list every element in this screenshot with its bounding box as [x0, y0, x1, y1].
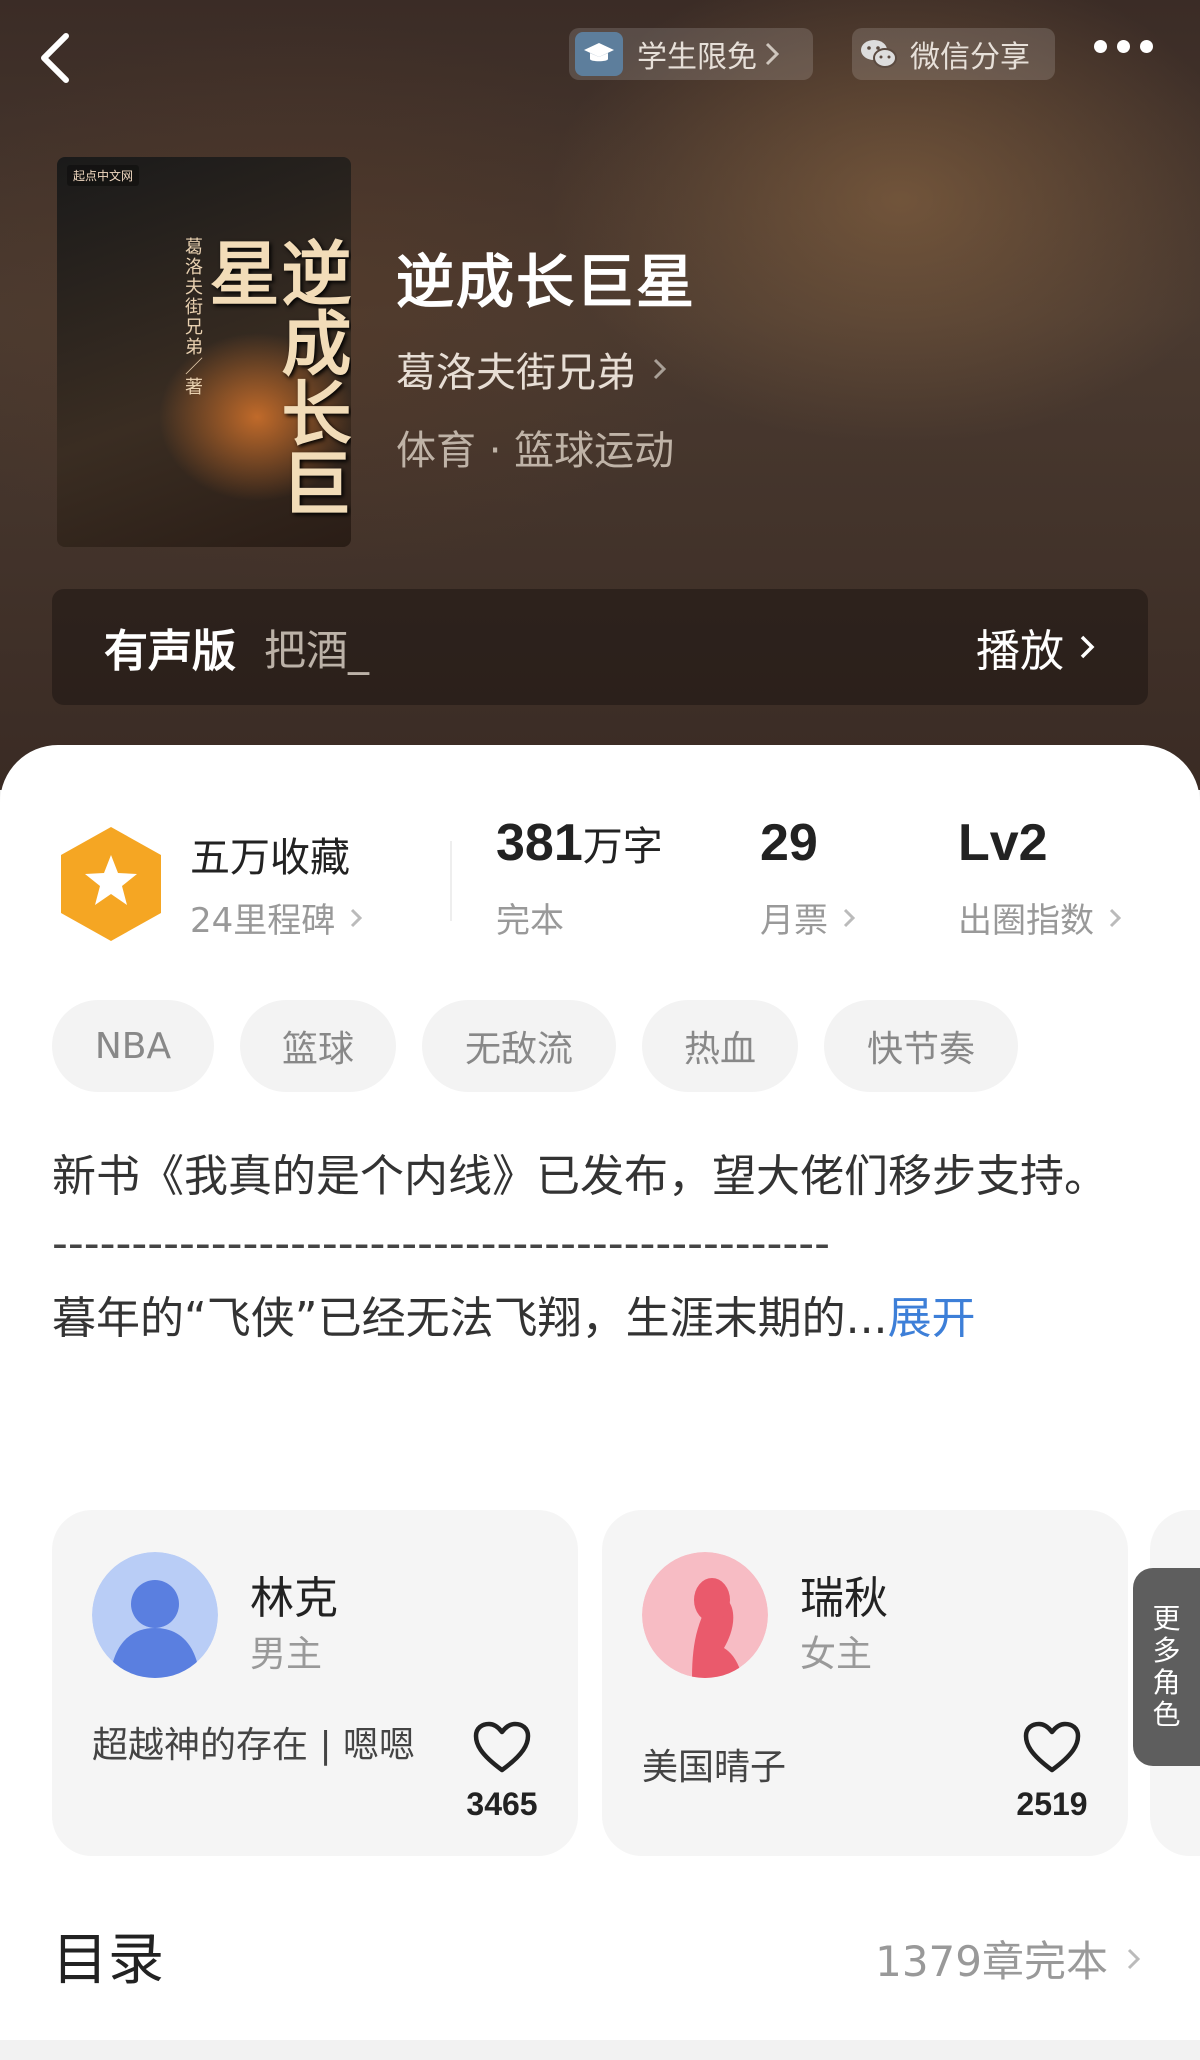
chevron-left-icon	[41, 33, 69, 83]
collect-title: 五万收藏	[190, 835, 350, 881]
more-roles-button[interactable]: 更多角色	[1133, 1568, 1200, 1766]
book-title: 逆成长巨星	[396, 248, 697, 316]
word-count: 381万字	[496, 813, 663, 873]
character-avatar	[642, 1552, 768, 1678]
more-dot-icon	[1094, 40, 1107, 53]
graduation-cap-icon	[575, 32, 623, 76]
chevron-right-icon	[351, 908, 363, 927]
tag-chip[interactable]: 热血	[642, 1000, 798, 1092]
tag-list: NBA 篮球 无敌流 热血 快节奏	[52, 1000, 1018, 1092]
description-separator: ----------------------------------------…	[52, 1218, 830, 1269]
bottom-divider	[0, 2040, 1200, 2060]
heart-icon[interactable]	[472, 1720, 532, 1776]
play-label: 播放	[976, 626, 1064, 677]
milestone-label: 24里程碑	[190, 901, 336, 941]
chevron-right-icon	[1109, 908, 1122, 927]
heart-icon[interactable]	[1022, 1720, 1082, 1776]
student-free-label: 学生限免	[637, 40, 757, 75]
chevron-right-icon	[653, 358, 667, 380]
like-count: 2519	[1016, 1786, 1088, 1822]
audiobook-bar[interactable]: 有声版 把酒_ 播放	[52, 589, 1148, 705]
character-name: 林克	[250, 1573, 338, 1624]
more-options-button[interactable]	[1094, 40, 1153, 53]
tag-chip[interactable]: 无敌流	[422, 1000, 616, 1092]
cover-badge: 起点中文网	[67, 165, 140, 186]
popularity-level-value: Lv2	[958, 814, 1048, 872]
character-description: 超越神的存在 | 嗯嗯	[92, 1725, 416, 1766]
tag-chip[interactable]: NBA	[52, 1000, 214, 1092]
monthly-votes-link[interactable]: 月票	[760, 893, 856, 942]
more-dot-icon	[1140, 40, 1153, 53]
word-count-number: 381	[496, 814, 583, 872]
back-button[interactable]	[36, 28, 76, 88]
character-card[interactable]: 瑞秋 女主 美国晴子 2519	[602, 1510, 1128, 1856]
play-button[interactable]: 播放	[976, 615, 1096, 679]
more-dot-icon	[1117, 40, 1130, 53]
hero-header: 学生限免 微信分享 起点中文网 葛洛夫街兄弟／著 逆成长巨星 逆成长巨星 葛洛夫…	[0, 0, 1200, 790]
book-genre: 体育 · 篮球运动	[396, 428, 675, 474]
wechat-icon	[860, 38, 898, 70]
audiobook-narrator: 把酒_	[264, 625, 370, 675]
wechat-share-label: 微信分享	[910, 40, 1030, 75]
monthly-votes-label: 月票	[760, 901, 828, 941]
character-description: 美国晴子	[642, 1747, 787, 1788]
student-free-button[interactable]: 学生限免	[569, 28, 813, 80]
description-line: 暮年的“飞侠”已经无法飞翔，生涯末期的...展开	[52, 1282, 1162, 1356]
tag-chip[interactable]: 快节奏	[824, 1000, 1018, 1092]
monthly-votes: 29	[760, 813, 818, 873]
author-link[interactable]: 葛洛夫街兄弟	[396, 340, 668, 398]
book-description[interactable]: 新书《我真的是个内线》已发布，望大佬们移步支持。 ---------------…	[52, 1140, 1162, 1356]
chevron-right-icon	[843, 908, 856, 927]
completion-status: 完本	[496, 901, 564, 941]
monthly-votes-number: 29	[760, 814, 818, 872]
toc-title: 目录	[52, 1928, 164, 1993]
description-excerpt: 暮年的“飞侠”已经无法飞翔，生涯末期的...	[52, 1293, 888, 1344]
character-role: 女主	[800, 1634, 873, 1675]
word-count-unit: 万字	[582, 824, 663, 870]
cover-title: 逆成长巨星	[198, 237, 351, 517]
popularity-index-link[interactable]: 出圈指数	[958, 893, 1122, 942]
character-card[interactable]: 林克 男主 超越神的存在 | 嗯嗯 3465	[52, 1510, 578, 1856]
character-name: 瑞秋	[800, 1573, 888, 1624]
audiobook-label: 有声版	[104, 626, 236, 677]
star-badge-icon[interactable]	[58, 825, 164, 943]
chevron-right-icon	[765, 42, 780, 66]
milestone-link[interactable]: 24里程碑	[190, 893, 363, 942]
book-detail-card: 五万收藏 24里程碑 381万字 完本 29 月票 Lv2 出圈指数 NBA 篮…	[0, 745, 1200, 2060]
popularity-index-label: 出圈指数	[958, 901, 1094, 941]
character-role: 男主	[250, 1634, 323, 1675]
stats-divider	[450, 841, 452, 921]
like-count: 3465	[466, 1786, 538, 1822]
stats-row: 五万收藏 24里程碑 381万字 完本 29 月票 Lv2 出圈指数	[0, 805, 1200, 941]
character-avatar	[92, 1552, 218, 1678]
description-line: 新书《我真的是个内线》已发布，望大佬们移步支持。	[52, 1151, 1108, 1202]
chevron-right-icon	[1080, 635, 1095, 659]
popularity-level: Lv2	[958, 813, 1048, 873]
toc-link[interactable]: 1379章完本	[875, 1928, 1142, 1989]
wechat-share-button[interactable]: 微信分享	[852, 28, 1055, 80]
author-name: 葛洛夫街兄弟	[396, 350, 636, 396]
tag-chip[interactable]: 篮球	[240, 1000, 396, 1092]
chevron-right-icon	[1127, 1948, 1141, 1969]
chapter-count: 1379章完本	[875, 1937, 1108, 1986]
expand-link[interactable]: 展开	[888, 1293, 976, 1344]
book-cover[interactable]: 起点中文网 葛洛夫街兄弟／著 逆成长巨星	[57, 157, 351, 547]
